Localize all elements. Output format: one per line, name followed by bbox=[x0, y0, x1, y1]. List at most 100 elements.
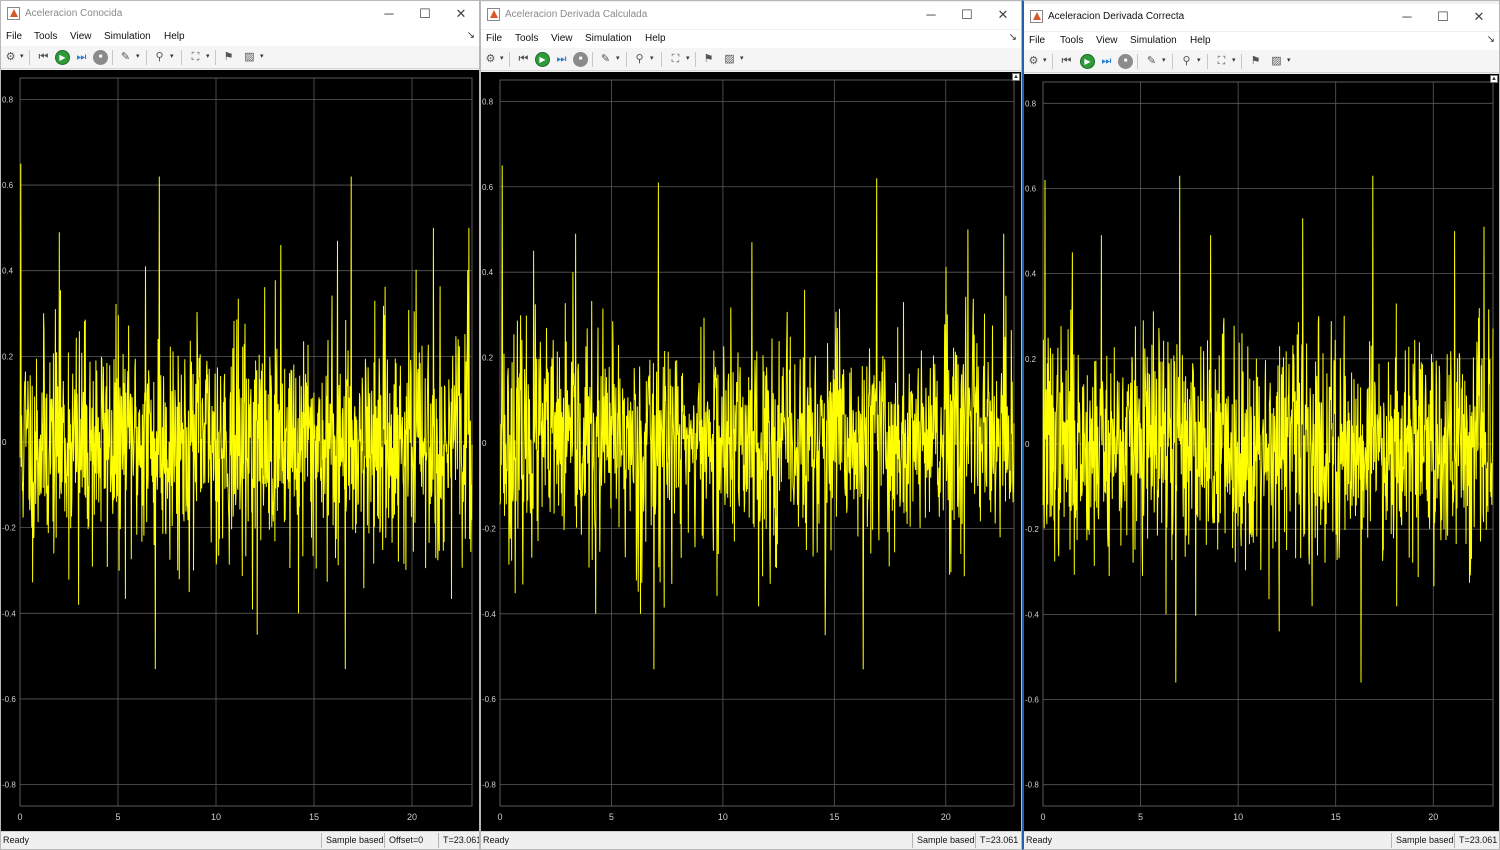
expand-icon[interactable]: ▲ bbox=[1490, 75, 1498, 83]
highlight-icon[interactable]: ✎ bbox=[598, 52, 613, 67]
step-back-icon[interactable]: ⏮ bbox=[1059, 54, 1074, 69]
chevron-down-icon[interactable]: ▾ bbox=[170, 52, 174, 60]
status-ready: Ready bbox=[483, 835, 510, 845]
title-bar[interactable]: Aceleracion Conocida ─ ☐ ✕ bbox=[1, 1, 479, 28]
step-back-icon[interactable]: ⏮ bbox=[36, 50, 51, 65]
minimize-button[interactable]: ─ bbox=[373, 4, 405, 24]
chevron-down-icon[interactable]: ▾ bbox=[1162, 56, 1166, 64]
status-time: T=23.061 bbox=[1454, 833, 1499, 848]
menu-tools[interactable]: Tools bbox=[515, 33, 538, 44]
step-forward-icon[interactable]: ⏭ bbox=[1099, 54, 1114, 69]
highlight-icon[interactable]: ✎ bbox=[1144, 54, 1159, 69]
y-tick-label: 0.6 bbox=[1025, 184, 1037, 193]
measurements-icon[interactable]: ▨ bbox=[1269, 54, 1284, 69]
step-forward-icon[interactable]: ⏭ bbox=[74, 50, 89, 65]
menu-help[interactable]: Help bbox=[1190, 35, 1211, 46]
y-tick-label: 0.6 bbox=[482, 183, 494, 192]
triggers-icon[interactable]: ⚑ bbox=[1248, 54, 1263, 69]
menu-bar: File Tools View Simulation Help ↘ bbox=[1024, 32, 1499, 50]
chevron-down-icon[interactable]: ▾ bbox=[1043, 56, 1047, 64]
y-tick-label: -0.8 bbox=[482, 781, 496, 790]
measurements-icon[interactable]: ▨ bbox=[722, 52, 737, 67]
x-tick-label: 10 bbox=[211, 812, 221, 822]
menu-tools[interactable]: Tools bbox=[1060, 35, 1083, 46]
maximize-button[interactable]: ☐ bbox=[1427, 7, 1459, 27]
menu-simulation[interactable]: Simulation bbox=[1130, 35, 1177, 46]
chevron-down-icon[interactable]: ▾ bbox=[686, 54, 690, 62]
step-forward-icon[interactable]: ⏭ bbox=[554, 52, 569, 67]
fit-view-icon[interactable]: ⛶ bbox=[188, 50, 203, 65]
close-button[interactable]: ✕ bbox=[1463, 7, 1495, 27]
zoom-icon[interactable]: ⚲ bbox=[152, 50, 167, 65]
scope-chart-svg[interactable]: 0 5 10 15 20 0.8 0.6 0.4 0.2 0 -0.2 -0.4 -0.6 -0.8 bbox=[1, 70, 480, 833]
expand-icon[interactable]: ▲ bbox=[1012, 73, 1020, 81]
menu-file[interactable]: File bbox=[1029, 35, 1045, 46]
menu-help[interactable]: Help bbox=[645, 33, 666, 44]
zoom-icon[interactable]: ⚲ bbox=[632, 52, 647, 67]
maximize-button[interactable]: ☐ bbox=[951, 5, 983, 25]
maximize-button[interactable]: ☐ bbox=[409, 4, 441, 24]
scope-chart-svg[interactable]: 0 5 10 15 20 0.8 0.6 0.4 0.2 0 -0.2 -0.4 -0.6 -0.8 bbox=[481, 72, 1022, 833]
chevron-down-icon[interactable]: ▾ bbox=[650, 54, 654, 62]
chevron-down-icon[interactable]: ▾ bbox=[206, 52, 210, 60]
menu-simulation[interactable]: Simulation bbox=[585, 33, 632, 44]
run-icon[interactable]: ▶ bbox=[535, 52, 550, 67]
chevron-down-icon[interactable]: ▾ bbox=[616, 54, 620, 62]
toolbar-separator bbox=[1241, 54, 1242, 69]
minimize-button[interactable]: ─ bbox=[915, 5, 947, 25]
menu-tools[interactable]: Tools bbox=[34, 31, 57, 42]
gear-icon[interactable]: ⚙ bbox=[483, 52, 498, 67]
dock-arrow-icon[interactable]: ↘ bbox=[467, 30, 475, 41]
stop-icon[interactable]: ■ bbox=[573, 52, 588, 67]
chevron-down-icon[interactable]: ▾ bbox=[136, 52, 140, 60]
dock-arrow-icon[interactable]: ↘ bbox=[1487, 34, 1495, 45]
chevron-down-icon[interactable]: ▾ bbox=[1197, 56, 1201, 64]
chevron-down-icon[interactable]: ▾ bbox=[1232, 56, 1236, 64]
window-title: Aceleracion Conocida bbox=[25, 8, 123, 19]
gear-icon[interactable]: ⚙ bbox=[3, 50, 18, 65]
chevron-down-icon[interactable]: ▾ bbox=[20, 52, 24, 60]
fit-view-icon[interactable]: ⛶ bbox=[668, 52, 683, 67]
minimize-button[interactable]: ─ bbox=[1391, 7, 1423, 27]
chevron-down-icon[interactable]: ▾ bbox=[1287, 56, 1291, 64]
zoom-icon[interactable]: ⚲ bbox=[1179, 54, 1194, 69]
run-icon[interactable]: ▶ bbox=[1080, 54, 1095, 69]
measurements-icon[interactable]: ▨ bbox=[242, 50, 257, 65]
scope-window-3: Aceleracion Derivada Correcta ─ ☐ ✕ File… bbox=[1022, 0, 1500, 850]
menu-view[interactable]: View bbox=[551, 33, 573, 44]
triggers-icon[interactable]: ⚑ bbox=[701, 52, 716, 67]
triggers-icon[interactable]: ⚑ bbox=[221, 50, 236, 65]
close-button[interactable]: ✕ bbox=[445, 4, 477, 24]
stop-icon[interactable]: ■ bbox=[1118, 54, 1133, 69]
run-icon[interactable]: ▶ bbox=[55, 50, 70, 65]
gear-icon[interactable]: ⚙ bbox=[1026, 54, 1041, 69]
chevron-down-icon[interactable]: ▾ bbox=[500, 54, 504, 62]
stop-icon[interactable]: ■ bbox=[93, 50, 108, 65]
scope-plot-3[interactable]: 0 5 10 15 20 0.8 0.6 0.4 0.2 0 -0.2 -0.4 -0.6 -0.8 bbox=[1024, 74, 1499, 831]
chevron-down-icon[interactable]: ▾ bbox=[740, 54, 744, 62]
y-tick-label: 0 bbox=[1025, 440, 1030, 449]
y-tick-label: 0.8 bbox=[1025, 99, 1037, 108]
menu-file[interactable]: File bbox=[6, 31, 22, 42]
step-back-icon[interactable]: ⏮ bbox=[516, 52, 531, 67]
y-tick-label: 0.4 bbox=[2, 267, 14, 276]
highlight-icon[interactable]: ✎ bbox=[118, 50, 133, 65]
x-tick-label: 10 bbox=[1233, 812, 1243, 822]
title-bar[interactable]: Aceleracion Derivada Calculada ─ ☐ ✕ bbox=[481, 2, 1021, 29]
fit-view-icon[interactable]: ⛶ bbox=[1214, 54, 1229, 69]
title-bar[interactable]: Aceleracion Derivada Correcta ─ ☐ ✕ bbox=[1024, 4, 1499, 31]
menu-simulation[interactable]: Simulation bbox=[104, 31, 151, 42]
menu-help[interactable]: Help bbox=[164, 31, 185, 42]
scope-plot-1[interactable]: 0 5 10 15 20 0.8 0.6 0.4 0.2 0 -0.2 -0.4 -0.6 -0.8 bbox=[1, 70, 479, 831]
chevron-down-icon[interactable]: ▾ bbox=[260, 52, 264, 60]
scope-chart-svg[interactable]: 0 5 10 15 20 0.8 0.6 0.4 0.2 0 -0.2 -0.4 -0.6 -0.8 bbox=[1024, 74, 1500, 833]
matlab-icon bbox=[487, 8, 500, 21]
scope-plot-2[interactable]: 0 5 10 15 20 0.8 0.6 0.4 0.2 0 -0.2 -0.4 -0.6 -0.8 bbox=[481, 72, 1021, 831]
status-ready: Ready bbox=[3, 835, 30, 845]
menu-view[interactable]: View bbox=[1096, 35, 1118, 46]
dock-arrow-icon[interactable]: ↘ bbox=[1009, 32, 1017, 43]
close-button[interactable]: ✕ bbox=[987, 5, 1019, 25]
y-tick-label: -0.2 bbox=[2, 524, 16, 533]
menu-file[interactable]: File bbox=[486, 33, 502, 44]
menu-view[interactable]: View bbox=[70, 31, 92, 42]
